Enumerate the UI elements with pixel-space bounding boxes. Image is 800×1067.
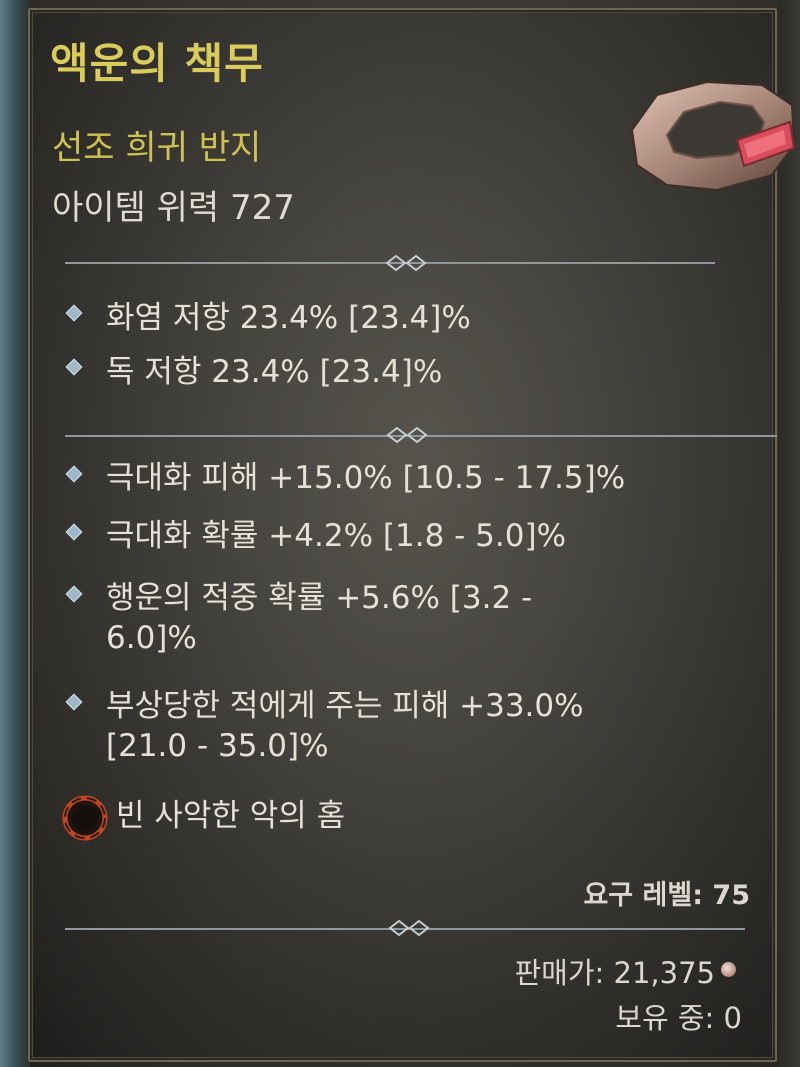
item-name: 액운의 책무	[50, 39, 264, 88]
item-type: 선조 희귀 반지	[52, 128, 262, 168]
screen-edge-left	[0, 0, 30, 1067]
affix-lucky-hit-cont: 6.0]%	[106, 620, 197, 656]
gold-coin-icon	[721, 962, 736, 977]
affix-injured-damage: 부상당한 적에게 주는 피해 +33.0%	[106, 688, 584, 724]
owned-count: 보유 중: 0	[615, 1001, 742, 1035]
affix-lucky-hit: 행운의 적중 확률 +5.6% [3.2 -	[106, 580, 533, 616]
required-level: 요구 레벨: 75	[583, 880, 750, 911]
affix-injured-damage-cont: [21.0 - 35.0]%	[106, 728, 329, 764]
sell-price: 판매가: 21,375	[514, 956, 715, 990]
affix-crit-chance: 극대화 확률 +4.2% [1.8 - 5.0]%	[106, 518, 567, 554]
item-power: 아이템 위력 727	[52, 188, 295, 228]
empty-socket-icon	[62, 795, 108, 841]
socket-label: 빈 사악한 악의 홈	[116, 798, 346, 834]
affix-crit-damage: 극대화 피해 +15.0% [10.5 - 17.5]%	[106, 460, 626, 496]
divider-ornament-icon	[388, 919, 430, 937]
divider-ornament-icon	[386, 426, 428, 444]
stat-fire-resist: 화염 저항 23.4% [23.4]%	[106, 300, 471, 336]
stat-poison-resist: 독 저항 23.4% [23.4]%	[106, 354, 443, 390]
divider-ornament-icon	[385, 254, 427, 272]
ring-icon	[630, 80, 796, 192]
